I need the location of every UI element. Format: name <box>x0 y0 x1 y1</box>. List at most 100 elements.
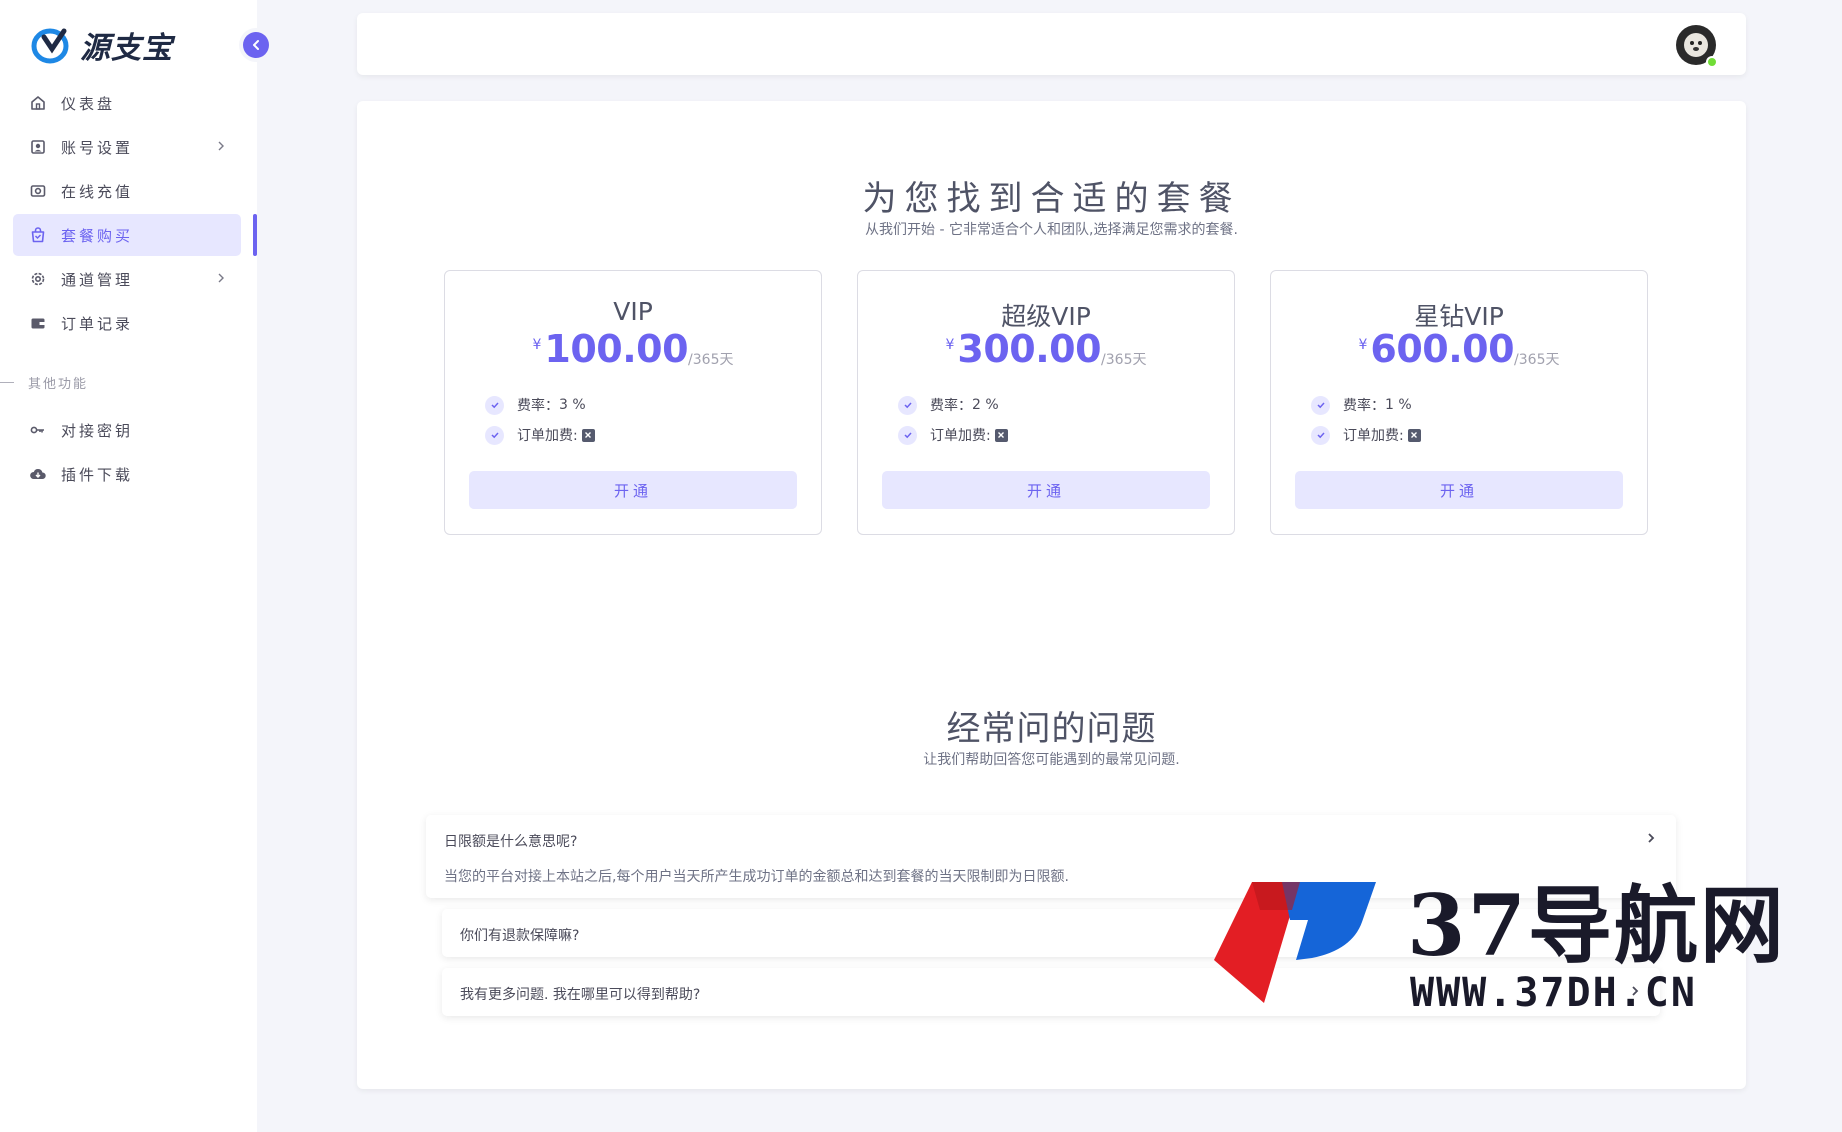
price-period: /365天 <box>688 352 734 368</box>
fee-label: 费率： <box>1343 398 1385 414</box>
sidebar-item-dashboard[interactable]: 仪表盘 <box>13 82 241 124</box>
chevron-right-icon <box>218 141 224 151</box>
sidebar-item-label: 账号设置 <box>61 138 134 157</box>
watermark-logo-icon <box>1214 882 1376 1003</box>
check-icon <box>1311 395 1330 415</box>
key-icon <box>29 421 47 439</box>
collapse-sidebar-button[interactable] <box>243 32 269 58</box>
check-icon <box>898 425 917 445</box>
cloud-download-icon <box>29 465 47 483</box>
avatar-eye <box>1698 41 1702 45</box>
fee-value: 3 % <box>559 397 586 413</box>
pricing-subtitle: 从我们开始 - 它非常适合个人和团队,选择满足您需求的套餐. <box>865 222 1238 238</box>
sidebar-nav: 仪表盘 账号设置 在线充值 套餐购买 通道管理 订单记录 <box>13 82 241 346</box>
plan-price: ¥ 100.00 /365天 <box>445 327 821 371</box>
check-icon <box>898 395 917 415</box>
sidebar-item-label: 套餐购买 <box>61 226 134 245</box>
chevron-right-icon <box>1648 833 1655 843</box>
watermark-text: 37导航网 <box>1407 876 1786 975</box>
avatar-nose <box>1693 47 1699 51</box>
fee-label: 费率： <box>930 398 972 414</box>
fee-label: 费率： <box>517 398 559 414</box>
plan-name: VIP <box>613 297 653 326</box>
plan-card-super-vip: 超级VIP ¥ 300.00 /365天 费率： 2 % 订单加费: 开通 <box>857 270 1235 535</box>
price-amount: 300.00 <box>957 327 1102 371</box>
home-icon <box>29 94 47 112</box>
shopping-bag-icon <box>29 226 47 244</box>
check-icon <box>1311 425 1330 445</box>
sidebar-item-plugin-download[interactable]: 插件下载 <box>13 453 241 495</box>
avatar-eye <box>1690 41 1694 45</box>
plan-price: ¥ 600.00 /365天 <box>1271 327 1647 371</box>
price-amount: 100.00 <box>544 327 689 371</box>
fee-value: 1 % <box>1385 397 1412 413</box>
gear-icon <box>29 270 47 288</box>
sidebar-item-label: 订单记录 <box>61 314 134 333</box>
topbar <box>357 13 1746 75</box>
faq-title: 经常问的问题 <box>946 709 1157 749</box>
plan-price: ¥ 300.00 /365天 <box>858 327 1234 371</box>
logo-icon <box>31 28 69 64</box>
active-indicator <box>253 214 257 256</box>
section-divider <box>0 381 14 383</box>
avatar-face <box>1684 33 1708 57</box>
logo[interactable]: 源支宝 <box>30 24 173 66</box>
sidebar-nav-other: 对接密钥 插件下载 <box>13 409 241 497</box>
sidebar-item-api-key[interactable]: 对接密钥 <box>13 409 241 451</box>
close-box-icon <box>994 428 1008 442</box>
sidebar-item-label: 对接密钥 <box>61 421 134 440</box>
pricing-title: 为您找到合适的套餐 <box>862 179 1241 219</box>
plan-card-star-diamond-vip: 星钻VIP ¥ 600.00 /365天 费率： 1 % 订单加费: 开通 <box>1270 270 1648 535</box>
plan-feature-fee: 费率： 2 % <box>898 395 999 415</box>
price-period: /365天 <box>1514 352 1560 368</box>
faq-answer: 当您的平台对接上本站之后,每个用户当天所产生成功订单的金额总和达到套餐的当天限制… <box>444 869 1069 885</box>
plan-feature-fee: 费率： 1 % <box>1311 395 1412 415</box>
sidebar-item-packages[interactable]: 套餐购买 <box>13 214 241 256</box>
watermark-url: WWW.37DH.CN <box>1410 970 1697 1016</box>
check-icon <box>485 425 504 445</box>
sidebar-section-header: 其他功能 <box>0 372 200 392</box>
faq-question: 你们有退款保障嘛? <box>460 928 580 944</box>
sidebar-item-label: 仪表盘 <box>61 94 116 113</box>
sidebar-item-label: 通道管理 <box>61 270 134 289</box>
chevron-right-icon <box>218 273 224 283</box>
faq-question: 我有更多问题. 我在哪里可以得到帮助? <box>460 987 701 1003</box>
section-label: 其他功能 <box>28 376 89 392</box>
sidebar-item-recharge[interactable]: 在线充值 <box>13 170 241 212</box>
chevron-left-icon <box>253 40 259 50</box>
price-period: /365天 <box>1101 352 1147 368</box>
online-status-dot <box>1706 56 1718 68</box>
plan-card-vip: VIP ¥ 100.00 /365天 费率： 3 % 订单加费: 开通 <box>444 270 822 535</box>
sidebar-item-label: 在线充值 <box>61 182 134 201</box>
sidebar-item-account[interactable]: 账号设置 <box>13 126 241 168</box>
plan-feature-fee: 费率： 3 % <box>485 395 586 415</box>
plan-feature-order-fee: 订单加费: <box>898 425 1008 445</box>
faq-question: 日限额是什么意思呢? <box>444 834 578 850</box>
plan-feature-order-fee: 订单加费: <box>1311 425 1421 445</box>
watermark: 37导航网 WWW.37DH.CN <box>1212 876 1842 1016</box>
plan-feature-order-fee: 订单加费: <box>485 425 595 445</box>
price-currency: ¥ <box>1358 337 1368 353</box>
sidebar-item-channels[interactable]: 通道管理 <box>13 258 241 300</box>
activate-plan-button[interactable]: 开通 <box>882 471 1210 509</box>
sidebar-item-label: 插件下载 <box>61 465 134 484</box>
fee-value: 2 % <box>972 397 999 413</box>
order-fee-label: 订单加费: <box>517 428 578 444</box>
faq-subtitle: 让我们帮助回答您可能遇到的最常见问题. <box>923 752 1180 768</box>
logo-text: 源支宝 <box>80 31 173 66</box>
close-box-icon <box>1407 428 1421 442</box>
close-box-icon <box>581 428 595 442</box>
recharge-icon <box>29 182 47 200</box>
sidebar-item-orders[interactable]: 订单记录 <box>13 302 241 344</box>
order-fee-label: 订单加费: <box>1343 428 1404 444</box>
sidebar: 源支宝 仪表盘 账号设置 在线充值 套餐购买 通道管理 订单记录 其他功能 对接… <box>0 0 269 1132</box>
activate-plan-button[interactable]: 开通 <box>469 471 797 509</box>
activate-plan-button[interactable]: 开通 <box>1295 471 1623 509</box>
check-icon <box>485 395 504 415</box>
order-fee-label: 订单加费: <box>930 428 991 444</box>
price-amount: 600.00 <box>1370 327 1515 371</box>
price-currency: ¥ <box>532 337 542 353</box>
account-icon <box>29 138 47 156</box>
price-currency: ¥ <box>945 337 955 353</box>
wallet-icon <box>29 314 47 332</box>
